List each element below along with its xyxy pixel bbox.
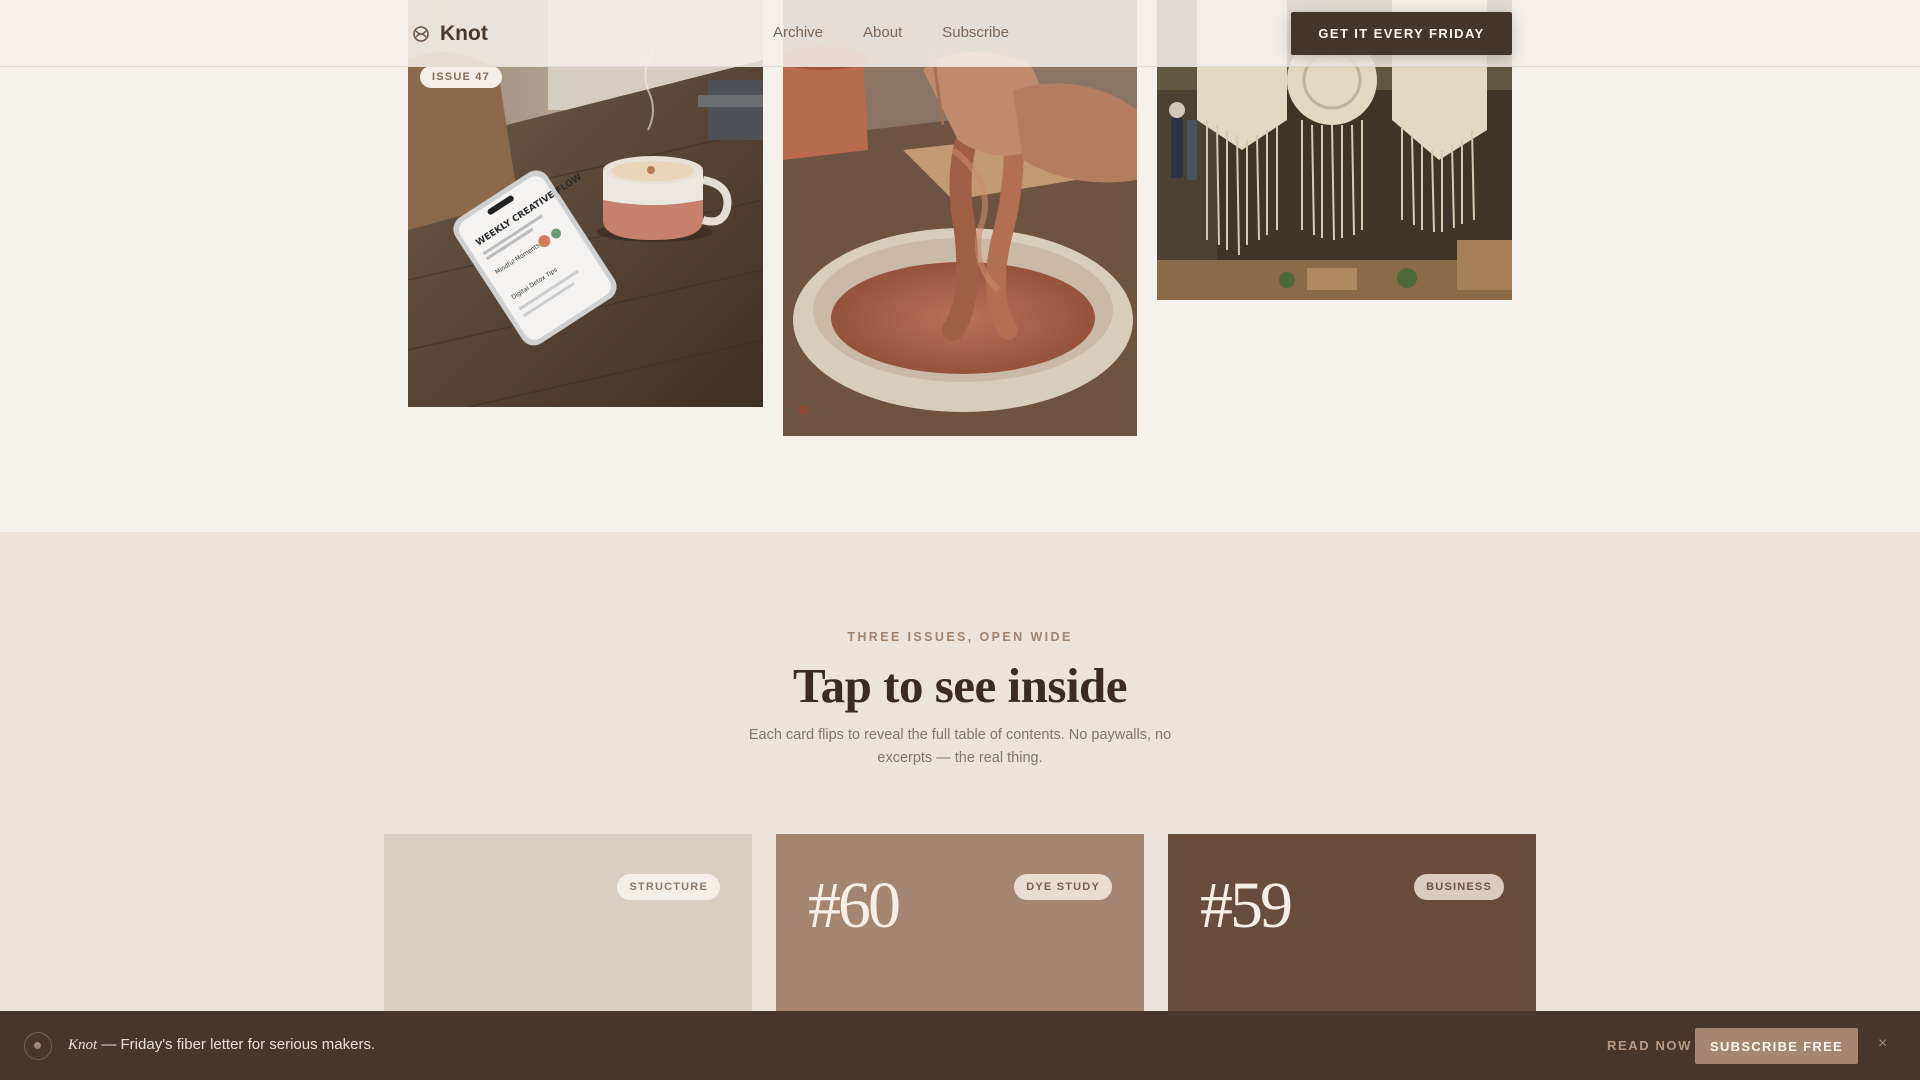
sticky-subscribe-bar: Knot — Friday's fiber letter for serious… — [0, 1011, 1920, 1080]
bottom-bar-message: Knot — Friday's fiber letter for serious… — [68, 1036, 375, 1054]
read-now-link[interactable]: READ NOW — [1607, 1038, 1692, 1053]
nav-link-subscribe[interactable]: Subscribe — [942, 24, 1009, 41]
knot-logo-icon — [413, 26, 429, 42]
issue-badge: ISSUE 47 — [420, 66, 502, 88]
section-subtext: Each card flips to reveal the full table… — [748, 727, 1172, 766]
get-it-every-friday-button[interactable]: GET IT EVERY FRIDAY — [1291, 12, 1512, 55]
brand-name: Knot — [440, 22, 488, 45]
issue-number: #60 — [808, 869, 901, 942]
nav-link-about[interactable]: About — [863, 24, 902, 41]
section-heading: Tap to see inside — [792, 658, 1128, 713]
nav-links: Archive About Subscribe — [773, 24, 1049, 41]
issue-tag: DYE STUDY — [1014, 874, 1112, 900]
nav-link-archive[interactable]: Archive — [773, 24, 823, 41]
bottom-bar-tagline: — Friday's fiber letter for serious make… — [97, 1036, 376, 1053]
close-icon[interactable]: × — [1878, 1035, 1887, 1053]
bottom-bar-brand: Knot — [68, 1037, 98, 1053]
top-navigation: Knot Archive About Subscribe GET IT EVER… — [0, 0, 1920, 67]
issue-number: #59 — [1200, 869, 1293, 942]
issue-tag: STRUCTURE — [617, 874, 720, 900]
subscribe-free-button[interactable]: SUBSCRIBE FREE — [1695, 1028, 1858, 1064]
brand-logo[interactable]: Knot — [412, 22, 488, 46]
issue-tag: BUSINESS — [1414, 874, 1504, 900]
record-dot-icon — [24, 1032, 52, 1060]
section-eyebrow: THREE ISSUES, OPEN WIDE — [847, 630, 1073, 644]
issues-section: THREE ISSUES, OPEN WIDE Tap to see insid… — [0, 532, 1920, 1080]
